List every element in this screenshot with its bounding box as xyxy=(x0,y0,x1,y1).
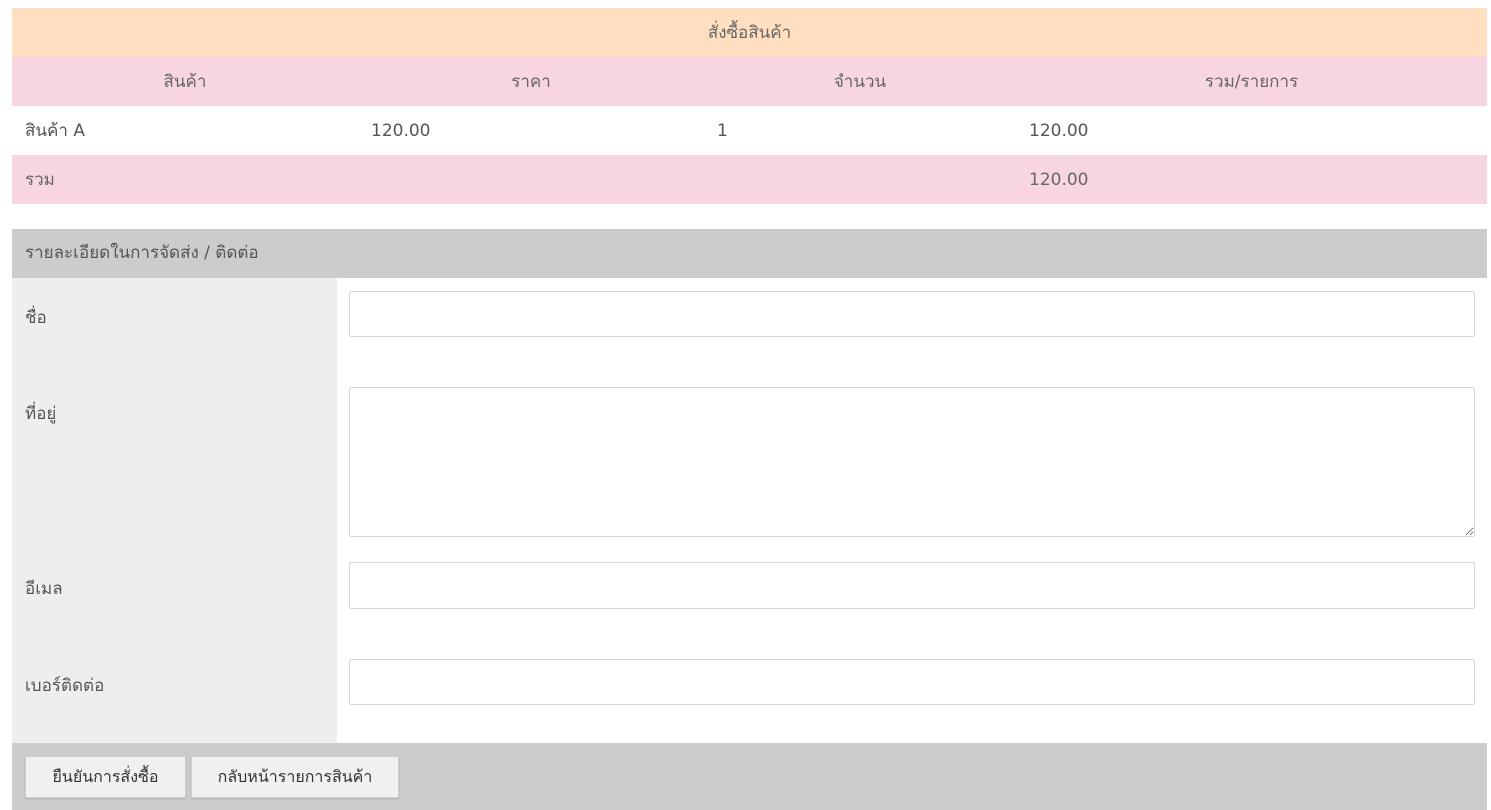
item-subtotal: 120.00 xyxy=(1016,106,1488,155)
item-price: 120.00 xyxy=(358,106,704,155)
email-input[interactable] xyxy=(349,562,1475,609)
shipping-body: ชื่อ ที่อยู่ อีเมล เบอร์ติดต่อ xyxy=(12,278,1487,743)
table-row: สินค้า A 120.00 1 120.00 xyxy=(12,106,1488,155)
total-empty-1 xyxy=(358,155,704,204)
order-table: สั่งซื้อสินค้า สินค้า ราคา จำนวน รวม/ราย… xyxy=(12,8,1488,204)
total-empty-2 xyxy=(704,155,1016,204)
column-header-quantity: จำนวน xyxy=(704,57,1016,106)
order-total-row: รวม 120.00 xyxy=(12,155,1488,204)
total-label: รวม xyxy=(12,155,358,204)
phone-input[interactable] xyxy=(349,659,1475,705)
column-header-product: สินค้า xyxy=(12,57,358,106)
item-name: สินค้า A xyxy=(12,106,358,155)
phone-label: เบอร์ติดต่อ xyxy=(25,676,105,696)
address-textarea[interactable] xyxy=(349,387,1475,537)
name-label: ชื่อ xyxy=(25,308,47,328)
column-header-subtotal: รวม/รายการ xyxy=(1016,57,1488,106)
email-label: อีเมล xyxy=(25,579,63,599)
shipping-form: รายละเอียดในการจัดส่ง / ติดต่อ ชื่อ ที่อ… xyxy=(12,229,1487,810)
order-title: สั่งซื้อสินค้า xyxy=(12,8,1488,57)
order-title-row: สั่งซื้อสินค้า xyxy=(12,8,1488,57)
column-header-price: ราคา xyxy=(358,57,704,106)
address-label: ที่อยู่ xyxy=(25,404,57,424)
back-to-products-button[interactable]: กลับหน้ารายการสินค้า xyxy=(191,756,399,798)
item-quantity: 1 xyxy=(704,106,1016,155)
total-value: 120.00 xyxy=(1016,155,1488,204)
order-header-row: สินค้า ราคา จำนวน รวม/รายการ xyxy=(12,57,1488,106)
confirm-order-button[interactable]: ยืนยันการสั่งซื้อ xyxy=(25,756,186,798)
checkout-page: สั่งซื้อสินค้า สินค้า ราคา จำนวน รวม/ราย… xyxy=(12,8,1488,810)
shipping-header: รายละเอียดในการจัดส่ง / ติดต่อ xyxy=(12,229,1487,278)
name-input[interactable] xyxy=(349,291,1475,337)
form-actions: ยืนยันการสั่งซื้อ กลับหน้ารายการสินค้า xyxy=(12,743,1487,810)
